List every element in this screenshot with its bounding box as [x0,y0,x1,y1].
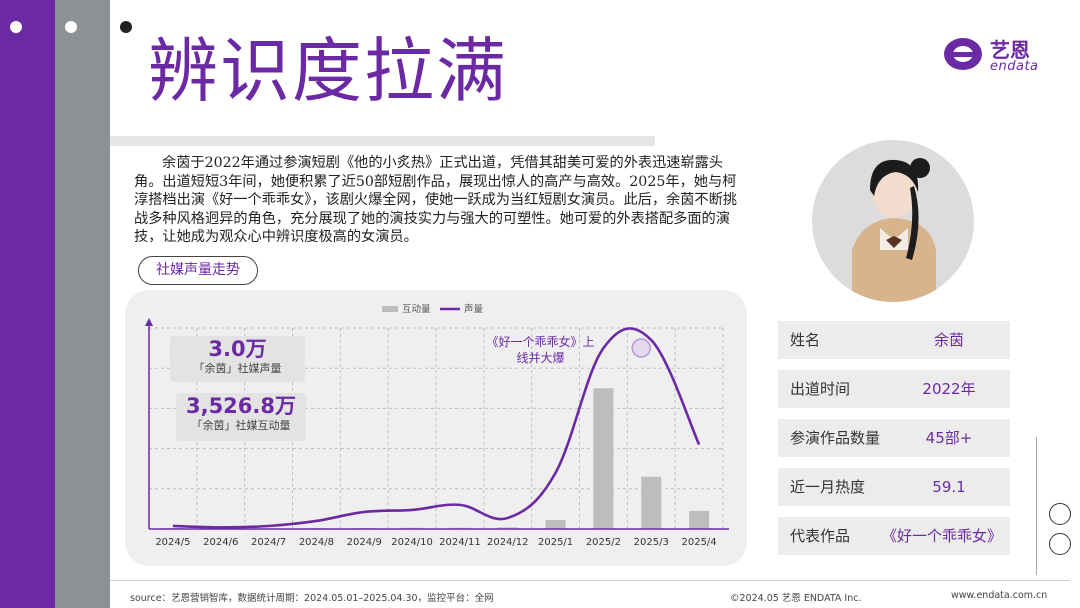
x-tick-label: 2024/12 [487,537,529,548]
x-tick-label: 2024/6 [203,537,238,548]
profile-value: 余茵 [933,331,964,349]
section-pill: 社媒声量走势 [138,256,258,285]
profile-row-heat: 近一月热度 59.1 [778,468,1010,506]
stat-interaction-label: 「余茵」社媒互动量 [191,419,291,432]
decorative-vertical-line [1036,437,1037,575]
white-dot-1 [10,21,22,33]
profile-label: 姓名 [790,331,821,349]
x-tick-label: 2024/5 [155,537,190,548]
profile-row-works: 参演作品数量 45部+ [778,419,1010,457]
x-tick-label: 2024/8 [299,537,334,548]
avatar-portrait-icon [852,158,936,302]
decorative-circle-2 [1049,533,1071,555]
footer-source: source：艺恩营销智库，数据统计周期：2024.05.01–2025.04.… [130,593,494,604]
profile-value: 《好一个乖乖女》 [881,527,1002,545]
bar-2025/3 [641,476,662,529]
peak-marker [631,338,651,358]
profile-row-representative: 代表作品 《好一个乖乖女》 [778,517,1010,555]
legend-label: 声量 [464,303,484,315]
x-tick-label: 2024/10 [391,537,433,548]
black-dot [120,21,132,33]
x-tick-label: 2025/1 [538,537,573,548]
stat-volume-value: 3.0万 [208,337,267,361]
decorative-circle-1 [1049,503,1071,525]
footer-copyright: ©2024.05 艺恩 ENDATA Inc. [730,593,862,604]
x-tick-label: 2025/2 [586,537,621,548]
x-tick-label: 2025/4 [681,537,716,548]
bar-2025/1 [545,519,566,529]
footer-divider [110,580,1070,581]
x-tick-label: 2025/3 [634,537,669,548]
stat-volume-label: 「余茵」社媒声量 [193,362,282,375]
profile-value: 45部+ [925,429,973,447]
left-accent-strip [0,0,55,608]
stat-card-interaction: 3,526.8万 「余茵」社媒互动量 [176,393,306,441]
annotation-line-1: 《好一个乖乖女》上 [486,335,595,349]
avatar [812,140,974,302]
profile-label: 近一月热度 [790,478,866,496]
stat-interaction-value: 3,526.8万 [185,394,296,418]
profile-label: 出道时间 [790,380,851,398]
page-title: 辨识度拉满 [148,30,508,112]
left-gray-strip [55,0,110,608]
profile-label: 代表作品 [790,527,851,545]
bar-2025/2 [593,388,614,529]
white-dot-2 [65,21,77,33]
title-underline [110,136,655,146]
logo-en-text: endata [990,59,1039,74]
x-tick-label: 2024/9 [347,537,382,548]
profile-row-debut: 出道时间 2022年 [778,370,1010,408]
stat-card-volume: 3.0万 「余茵」社媒声量 [170,336,305,382]
y-axis-arrow-icon [145,318,153,326]
x-tick-label: 2024/7 [251,537,286,548]
intro-paragraph: 余茵于2022年通过参演短剧《他的小炙热》正式出道，凭借其甜美可爱的外表迅速崭露… [134,155,737,246]
profile-label: 参演作品数量 [790,429,881,447]
annotation-line-2: 线并大爆 [516,351,565,365]
chart-annotation: 《好一个乖乖女》上 线并大爆 [478,334,603,366]
footer-website: www.endata.com.cn [951,590,1048,601]
profile-row-name: 姓名 余茵 [778,321,1010,359]
bar-2025/4 [689,510,710,529]
legend-swatch-bar [382,306,398,312]
profile-value: 2022年 [922,380,976,398]
legend-label: 互动量 [402,304,431,315]
profile-value: 59.1 [932,478,966,496]
x-tick-label: 2024/11 [439,537,481,548]
